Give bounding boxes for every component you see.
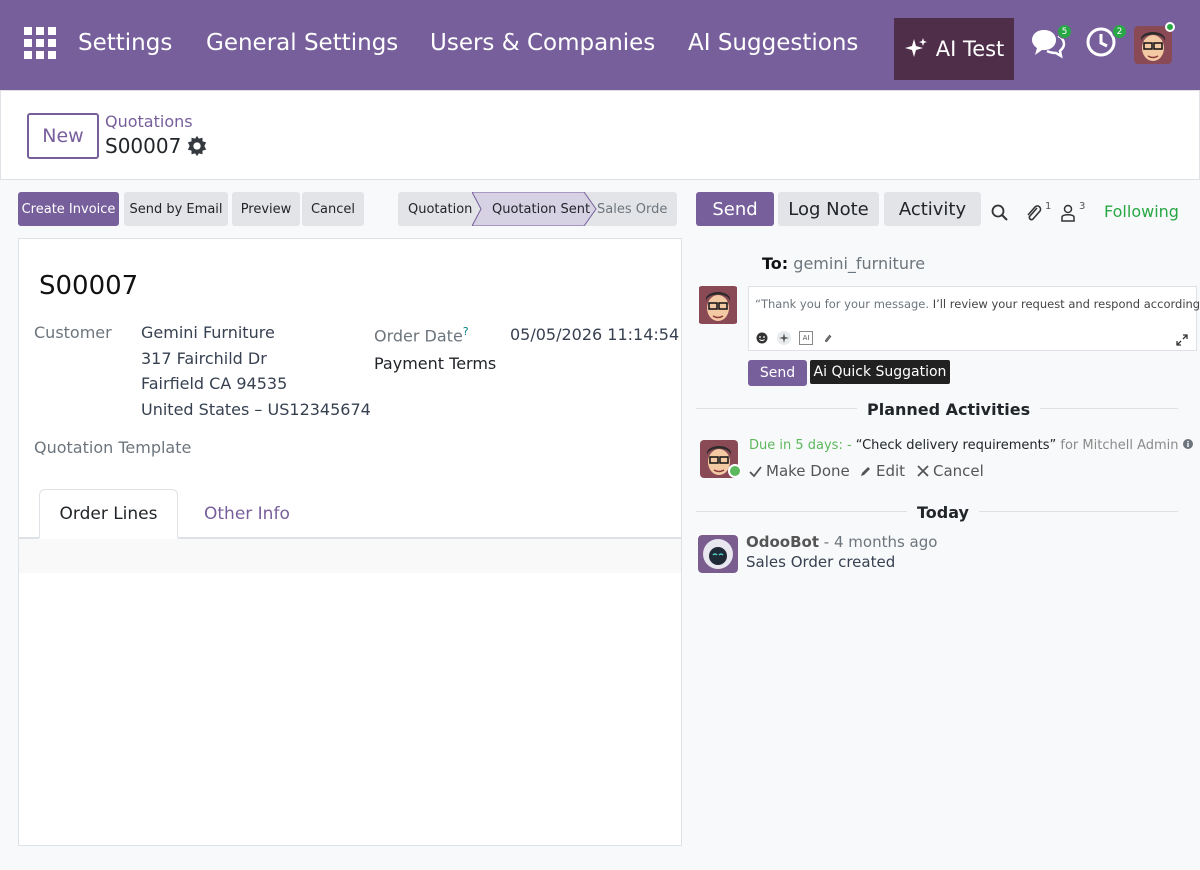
cancel-activity-label: Cancel xyxy=(933,462,984,480)
chatter-send-button[interactable]: Send xyxy=(696,192,774,226)
order-date-label-text: Order Date xyxy=(374,326,463,346)
activity-due: Due in 5 days: - xyxy=(749,438,852,453)
ai-sparkle-icon[interactable] xyxy=(777,331,791,345)
following-button[interactable]: Following xyxy=(1104,202,1179,221)
today-title: Today xyxy=(907,503,979,522)
create-invoice-button[interactable]: Create Invoice xyxy=(18,192,119,226)
nav-users-companies[interactable]: Users & Companies xyxy=(430,30,655,56)
order-date-value[interactable]: 05/05/2026 11:14:54 xyxy=(510,325,679,344)
composer-text[interactable]: “Thank you for your message. I’ll review… xyxy=(755,297,1200,311)
stage-quotation-sent[interactable]: Quotation Sent xyxy=(492,192,590,226)
composer-send-button[interactable]: Send xyxy=(748,360,807,386)
message-author[interactable]: OdooBot xyxy=(746,533,819,551)
composer-avatar xyxy=(698,286,738,324)
to-value: gemini_furniture xyxy=(793,254,926,273)
composer-toolbar: AI xyxy=(755,331,835,345)
customer-address-line3: United States – US12345674 xyxy=(141,400,371,419)
user-avatar[interactable] xyxy=(1134,26,1172,64)
to-label: To: xyxy=(762,254,789,273)
order-lines-area xyxy=(19,539,681,573)
control-panel: New Quotations S00007 xyxy=(0,90,1200,180)
paperclip-icon[interactable] xyxy=(1025,203,1043,227)
status-bar: Quotation Quotation Sent Sales Orde xyxy=(398,192,677,226)
info-icon[interactable] xyxy=(1182,439,1193,449)
new-button[interactable]: New xyxy=(27,113,99,159)
attach-icon[interactable] xyxy=(821,331,835,345)
payment-terms-label: Payment Terms xyxy=(374,354,497,373)
cancel-activity-link[interactable]: Cancel xyxy=(917,462,984,480)
order-date-label: Order Date? xyxy=(374,325,469,345)
edit-activity-link[interactable]: Edit xyxy=(859,462,905,480)
attachments-count: 1 xyxy=(1045,201,1052,212)
tab-order-lines[interactable]: Order Lines xyxy=(39,489,178,539)
composer-text-light: “Thank you for your message. xyxy=(755,297,930,311)
online-status-dot xyxy=(1165,22,1175,32)
stage-sales-order[interactable]: Sales Orde xyxy=(597,192,667,226)
ai-quick-suggestion-button[interactable]: Ai Quick Suggation xyxy=(810,360,950,384)
activity-line: Due in 5 days: - “Check delivery require… xyxy=(749,438,1193,453)
make-done-link[interactable]: Make Done xyxy=(749,462,850,480)
messages-button[interactable]: 5 xyxy=(1030,24,1072,64)
customer-label: Customer xyxy=(34,323,112,342)
composer-text-dark: I’ll review your request and respond acc… xyxy=(932,297,1200,311)
messages-count-badge: 5 xyxy=(1057,24,1072,39)
ai-text-icon[interactable]: AI xyxy=(799,331,813,345)
odoobot-avatar xyxy=(698,535,738,573)
nav-settings[interactable]: Settings xyxy=(78,30,172,56)
customer-name[interactable]: Gemini Furniture xyxy=(141,323,275,342)
customer-address-line2: Fairfield CA 94535 xyxy=(141,374,288,393)
message-header: OdooBot - 4 months ago xyxy=(746,533,937,551)
activities-count-badge: 2 xyxy=(1112,24,1127,39)
message-composer[interactable]: “Thank you for your message. I’ll review… xyxy=(748,286,1200,351)
nav-general-settings[interactable]: General Settings xyxy=(206,30,398,56)
close-icon xyxy=(917,465,929,477)
search-icon[interactable] xyxy=(991,204,1009,226)
ai-test-label: AI Test xyxy=(935,37,1005,61)
followers-icon[interactable] xyxy=(1060,204,1076,226)
nav-ai-suggestions[interactable]: AI Suggestions xyxy=(688,30,858,56)
preview-button[interactable]: Preview xyxy=(232,192,300,226)
log-note-button[interactable]: Log Note xyxy=(778,192,879,226)
planned-activities-title: Planned Activities xyxy=(857,400,1041,419)
expand-icon[interactable] xyxy=(1176,331,1188,350)
recipients-line: To: gemini_furniture xyxy=(762,254,925,273)
check-icon xyxy=(749,465,762,477)
activity-assignee: for Mitchell Admin xyxy=(1060,438,1179,453)
activity-summary: “Check delivery requirements” xyxy=(855,438,1057,453)
order-title: S00007 xyxy=(39,271,139,301)
send-by-email-button[interactable]: Send by Email xyxy=(124,192,228,226)
order-date-help-icon[interactable]: ? xyxy=(463,325,469,338)
breadcrumb-quotations[interactable]: Quotations xyxy=(105,112,193,131)
stage-quotation[interactable]: Quotation xyxy=(408,192,472,226)
message-body: Sales Order created xyxy=(746,553,896,571)
edit-label: Edit xyxy=(876,462,906,480)
ai-test-button[interactable]: AI Test xyxy=(894,18,1014,80)
message-time: - 4 months ago xyxy=(823,533,938,551)
form-sheet: S00007 Customer Gemini Furniture 317 Fai… xyxy=(18,238,682,846)
gear-icon[interactable] xyxy=(186,135,208,161)
customer-address-line1: 317 Fairchild Dr xyxy=(141,349,267,368)
breadcrumb-record: S00007 xyxy=(105,134,182,158)
emoji-icon[interactable] xyxy=(755,331,769,345)
top-navbar: Settings General Settings Users & Compan… xyxy=(0,0,1200,90)
sparkle-icon xyxy=(904,38,927,57)
activity-type-icon xyxy=(728,464,742,478)
make-done-label: Make Done xyxy=(766,462,850,480)
tab-other-info[interactable]: Other Info xyxy=(204,489,290,539)
followers-count: 3 xyxy=(1079,201,1086,212)
activities-button[interactable]: 2 xyxy=(1085,24,1127,62)
quotation-template-label: Quotation Template xyxy=(34,438,192,457)
cancel-button[interactable]: Cancel xyxy=(302,192,364,226)
activity-button[interactable]: Activity xyxy=(884,192,981,226)
pencil-icon xyxy=(861,466,870,476)
apps-menu-icon[interactable] xyxy=(24,27,56,59)
